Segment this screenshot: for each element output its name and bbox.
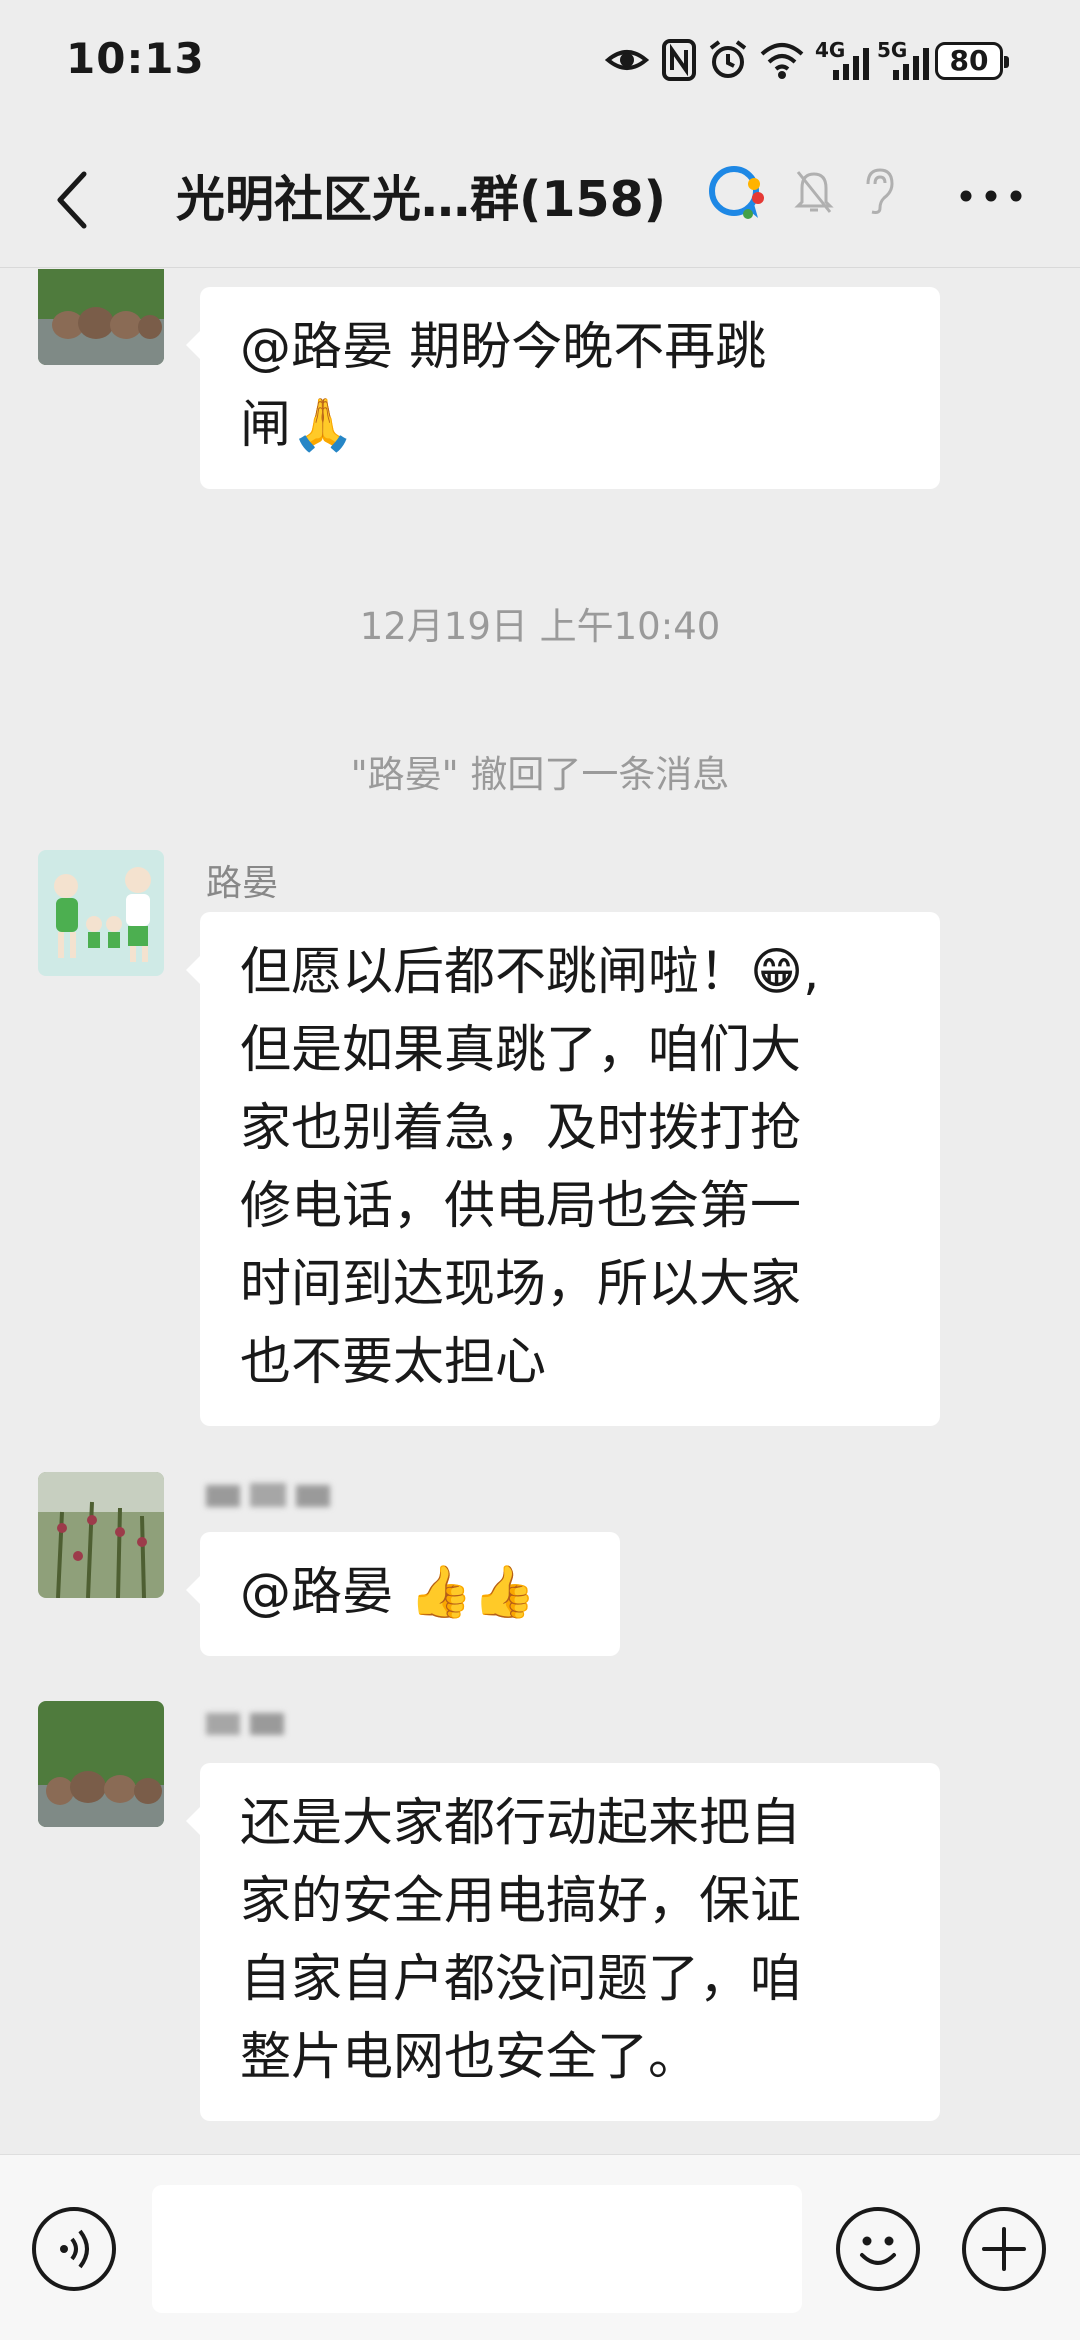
emoji-icon <box>860 2236 896 2265</box>
back-arrow-icon[interactable] <box>44 160 104 240</box>
sender-name-blurred <box>206 1713 284 1735</box>
message-line: 家的安全用电搞好，保证 <box>240 1872 802 1931</box>
message-list[interactable]: @路晏 期盼今晚不再跳 闸🙏 12月19日 上午10:40 "路晏" 撤回了一条… <box>0 269 1080 2154</box>
message-line: 还是大家都行动起来把自 <box>240 1794 802 1853</box>
message-line: 但是如果真跳了，咱们大 <box>240 1021 802 1080</box>
avatar-elephants[interactable] <box>38 269 164 365</box>
message-bubble[interactable]: 还是大家都行动起来把自 家的安全用电搞好，保证 自家自户都没问题了，咱 整片电网… <box>186 1763 940 2121</box>
message-bubble[interactable]: 但愿以后都不跳闸啦！😁, 但是如果真跳了，咱们大 家也别着急，及时拨打抢 修电话… <box>186 912 940 1426</box>
status-bar: 10:13 4G 5G 80 <box>0 0 1080 130</box>
sender-name-blurred <box>206 1483 330 1507</box>
message-line: 也不要太担心 <box>240 1333 547 1392</box>
message-timestamp: 12月19日 上午10:40 <box>359 605 721 648</box>
group-chat-icon[interactable] <box>702 158 772 228</box>
message-line: 家也别着急，及时拨打抢 <box>240 1099 802 1158</box>
mute-bell-icon <box>794 171 834 213</box>
ear-icon <box>866 168 894 214</box>
message-line: 但愿以后都不跳闸啦！😁, <box>240 943 820 1002</box>
chat-header: 光明社区光…群(158) <box>0 130 1080 268</box>
emoji-button[interactable] <box>836 2207 920 2291</box>
nfc-icon <box>662 39 696 81</box>
message-bubble[interactable]: @路晏 👍👍 <box>186 1532 620 1656</box>
eye-icon <box>605 50 649 70</box>
input-bar <box>0 2154 1080 2340</box>
message-input[interactable] <box>152 2185 802 2313</box>
wifi-icon <box>760 43 804 79</box>
avatar-elephants[interactable] <box>38 1701 164 1827</box>
battery-indicator: 80 <box>935 42 1009 80</box>
message-line: @路晏 👍👍 <box>240 1563 537 1622</box>
message-line: 自家自户都没问题了，咱 <box>240 1950 802 2009</box>
status-icons: 4G 5G 80 <box>605 38 1025 86</box>
plus-button[interactable] <box>962 2207 1046 2291</box>
message-line: 修电话，供电局也会第一 <box>240 1177 802 1236</box>
message-bubble[interactable]: @路晏 期盼今晚不再跳 闸🙏 <box>186 287 940 489</box>
voice-icon <box>60 2229 89 2269</box>
status-time: 10:13 <box>66 34 205 83</box>
voice-button[interactable] <box>32 2207 116 2291</box>
message-line: @路晏 期盼今晚不再跳 <box>240 318 767 377</box>
signal-4g-icon <box>833 48 869 80</box>
more-dots-icon[interactable] <box>956 166 1026 226</box>
signal-5g-icon <box>893 48 929 80</box>
plus-icon <box>982 2227 1026 2271</box>
alarm-icon <box>709 40 747 78</box>
avatar-plants[interactable] <box>38 1472 164 1598</box>
sender-name: 路晏 <box>206 863 279 904</box>
chat-title[interactable]: 光明社区光…群(158) <box>176 160 666 231</box>
message-line: 闸🙏 <box>240 396 355 455</box>
avatar-family-cartoon[interactable] <box>38 850 164 976</box>
recall-notice: "路晏" 撤回了一条消息 <box>350 753 730 796</box>
message-line: 时间到达现场，所以大家 <box>240 1255 802 1314</box>
message-line: 整片电网也安全了。 <box>240 2028 700 2087</box>
